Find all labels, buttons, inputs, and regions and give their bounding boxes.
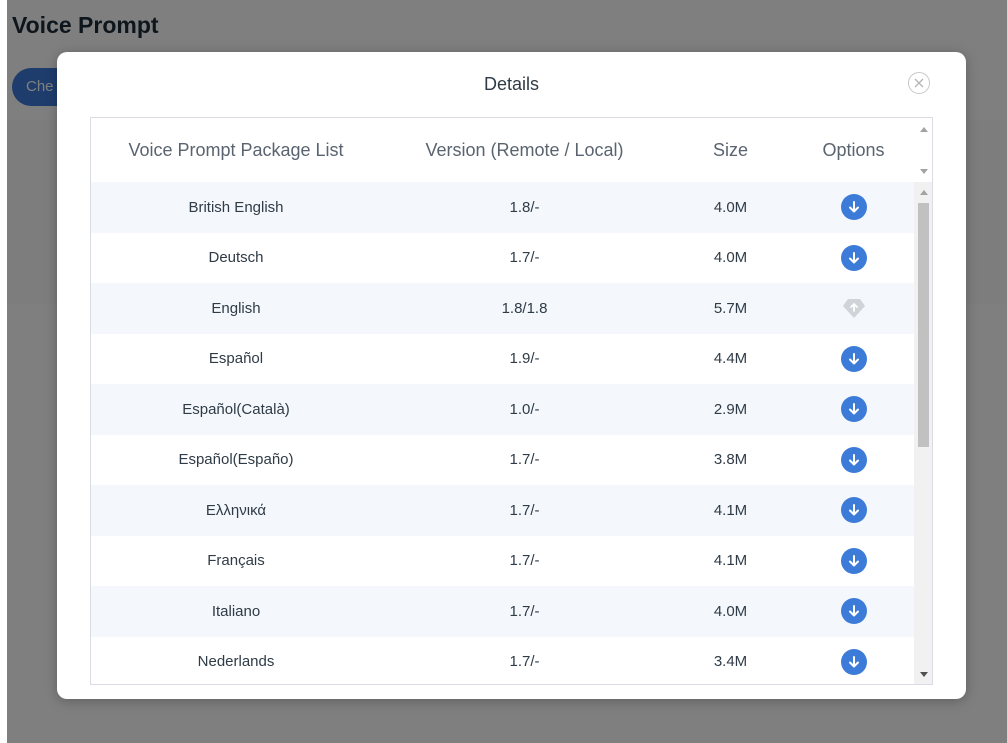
table-row: Français 1.7/- 4.1M bbox=[91, 536, 914, 587]
package-size: 4.0M bbox=[713, 602, 748, 620]
package-version: 1.7/- bbox=[509, 501, 540, 519]
package-version: 1.7/- bbox=[509, 552, 540, 570]
package-size: 3.8M bbox=[713, 451, 748, 469]
column-header-options: Options bbox=[822, 139, 885, 160]
package-name: Français bbox=[207, 552, 265, 570]
package-name: Nederlands bbox=[197, 653, 275, 671]
package-version: 1.7/- bbox=[509, 249, 540, 267]
header-scrollbar[interactable] bbox=[914, 118, 932, 182]
package-name: Ελληνικά bbox=[205, 501, 267, 519]
download-arrow-icon[interactable] bbox=[840, 345, 867, 372]
package-version: 1.7/- bbox=[509, 602, 540, 620]
download-arrow-icon[interactable] bbox=[840, 446, 867, 473]
scroll-down-arrow-icon[interactable] bbox=[914, 667, 932, 681]
scroll-up-arrow-icon[interactable] bbox=[914, 185, 932, 199]
package-version: 1.7/- bbox=[509, 653, 540, 671]
package-options bbox=[793, 345, 914, 372]
package-version: 1.9/- bbox=[509, 350, 540, 368]
table-row: Italiano 1.7/- 4.0M bbox=[91, 586, 914, 637]
scroll-down-arrow-icon[interactable] bbox=[914, 164, 932, 178]
package-size: 5.7M bbox=[713, 299, 748, 317]
package-options bbox=[793, 244, 914, 271]
download-arrow-icon[interactable] bbox=[840, 396, 867, 423]
close-button[interactable] bbox=[908, 72, 930, 94]
package-size: 4.0M bbox=[713, 249, 748, 267]
package-size: 3.4M bbox=[713, 653, 748, 671]
table-row: Español(Españo) 1.7/- 3.8M bbox=[91, 435, 914, 486]
package-options bbox=[793, 194, 914, 221]
package-name: British English bbox=[188, 198, 284, 216]
package-name: Italiano bbox=[211, 602, 261, 620]
package-options bbox=[793, 396, 914, 423]
table-scrollbar[interactable] bbox=[914, 182, 932, 684]
package-name: English bbox=[211, 299, 261, 317]
package-options bbox=[793, 497, 914, 524]
table-row: Español(Català) 1.0/- 2.9M bbox=[91, 384, 914, 435]
column-header-version: Version (Remote / Local) bbox=[425, 139, 624, 160]
package-size: 2.9M bbox=[713, 400, 748, 418]
package-version: 1.0/- bbox=[509, 400, 540, 418]
table-header: Voice Prompt Package List Version (Remot… bbox=[91, 118, 914, 182]
table-row: Español 1.9/- 4.4M bbox=[91, 334, 914, 385]
package-options bbox=[793, 446, 914, 473]
package-options bbox=[793, 598, 914, 625]
package-version: 1.7/- bbox=[509, 451, 540, 469]
table-row: Nederlands 1.7/- 3.4M bbox=[91, 637, 914, 685]
download-arrow-icon[interactable] bbox=[840, 547, 867, 574]
package-name: Español(Català) bbox=[182, 400, 290, 418]
package-options bbox=[793, 295, 914, 321]
download-arrow-icon[interactable] bbox=[840, 244, 867, 271]
upgrade-disabled-icon bbox=[841, 295, 867, 321]
column-header-package-list: Voice Prompt Package List bbox=[128, 139, 344, 160]
package-name: Español bbox=[208, 350, 264, 368]
table-row: Deutsch 1.7/- 4.0M bbox=[91, 233, 914, 284]
package-version: 1.8/- bbox=[509, 198, 540, 216]
modal-title: Details bbox=[483, 74, 540, 94]
scrollbar-thumb[interactable] bbox=[918, 203, 929, 447]
download-arrow-icon[interactable] bbox=[840, 648, 867, 675]
table-row: British English 1.8/- 4.0M bbox=[91, 182, 914, 233]
table-row: Ελληνικά 1.7/- 4.1M bbox=[91, 485, 914, 536]
package-name: Español(Españo) bbox=[178, 451, 294, 469]
table-body: British English 1.8/- 4.0M Deutsch 1.7/- 4.0M… bbox=[91, 182, 914, 685]
packages-table: Voice Prompt Package List Version (Remot… bbox=[90, 117, 933, 685]
table-row: English 1.8/1.8 5.7M bbox=[91, 283, 914, 334]
scroll-up-arrow-icon[interactable] bbox=[914, 122, 932, 136]
download-arrow-icon[interactable] bbox=[840, 194, 867, 221]
details-modal: Details Voice Prompt Package List Versio… bbox=[57, 52, 966, 699]
package-version: 1.8/1.8 bbox=[501, 299, 548, 317]
package-size: 4.1M bbox=[713, 552, 748, 570]
column-header-size: Size bbox=[712, 139, 748, 160]
close-icon bbox=[914, 78, 924, 88]
package-options bbox=[793, 648, 914, 675]
package-name: Deutsch bbox=[208, 249, 264, 267]
download-arrow-icon[interactable] bbox=[840, 497, 867, 524]
package-size: 4.4M bbox=[713, 350, 748, 368]
package-size: 4.1M bbox=[713, 501, 748, 519]
package-options bbox=[793, 547, 914, 574]
package-size: 4.0M bbox=[713, 198, 748, 216]
download-arrow-icon[interactable] bbox=[840, 598, 867, 625]
